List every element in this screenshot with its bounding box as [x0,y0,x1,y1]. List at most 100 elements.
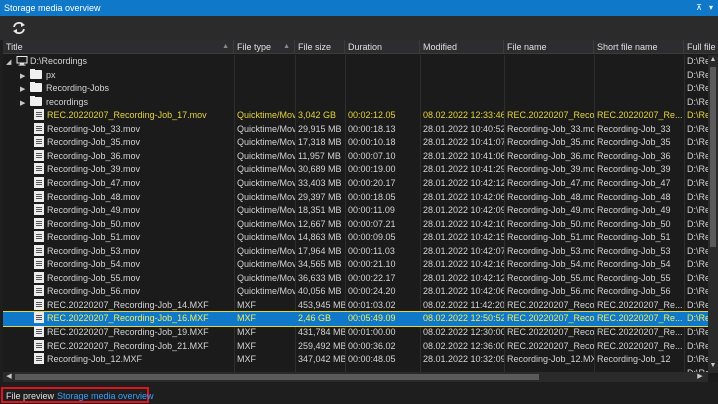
file-icon [34,258,44,270]
modified-cell: 28.01.2022 10:41:06 [423,150,504,161]
table-row-selected[interactable]: REC.20220207_Recording-Job_16.MXF MXF 2,46… [3,311,708,327]
modified-cell: 08.02.2022 12:30:00 [423,327,504,337]
short-file-name-cell: REC.20220207_Re... [597,110,683,121]
file-type-cell: MXF [237,327,256,337]
title-cell: REC.20220207_Recording-Job_19.MXF [3,326,234,340]
table-row[interactable]: REC.20220207_Recording-Job_19.MXF MXF 431,… [3,326,708,340]
file-title: REC.20220207_Recording-Job_17.mov [47,110,207,121]
table-row[interactable]: REC.20220207_Recording-Job_21.MXF MXF 259,… [3,339,708,354]
full-path-cell: D:\Re [687,218,708,229]
file-name-cell: Recording-Job_33.mov [507,123,594,134]
column-header-duration[interactable]: Duration [345,40,420,54]
grid-body: ◢ D:\Recordings D:\Re ▶ px D:\Re ▶ Recordin… [3,55,708,373]
full-path-cell: D:\Re [687,69,708,80]
scroll-left-icon[interactable]: ◀ [4,372,14,380]
file-name-cell: Recording-Job_53.mov [507,245,594,256]
file-icon [34,326,44,337]
file-type-cell: Quicktime/Mov [237,245,295,256]
scroll-down-icon[interactable]: ▼ [708,362,718,369]
tree-row-folder[interactable]: ▶ px D:\Re [3,68,708,83]
window-menu-chevron-icon[interactable]: ▾ [706,2,716,13]
scroll-right-icon[interactable]: ▶ [695,372,705,380]
file-size-cell: 12,667 MB [298,218,342,229]
pin-icon[interactable]: ⊼ [694,2,704,13]
short-file-name-cell: REC.20220207_Re... [597,327,683,337]
short-file-name-cell: Recording-Job_56 [597,286,671,297]
full-path-cell: D:\Re [687,232,708,243]
table-row[interactable]: Recording-Job_51.mov Quicktime/Mov 14,863 … [3,231,708,245]
table-row[interactable]: Recording-Job_12.MXF MXF 347,042 MB 00:00:4… [3,353,708,367]
table-row[interactable]: Recording-Job_56.mov Quicktime/Mov 40,056 … [3,285,708,299]
horizontal-scrollbar[interactable]: ◀ ▶ [3,372,708,382]
column-header-file-type[interactable]: File type ▲ [234,40,295,54]
file-name-cell: Recording-Job_55.mov [507,272,594,283]
title-cell: Recording-Job_48.mov [3,190,234,205]
file-size-cell: 33,403 MB [298,177,342,188]
duration-cell: 00:00:22.17 [348,272,396,283]
file-size-cell: 14,863 MB [298,232,342,243]
table-row[interactable]: Recording-Job_47.mov Quicktime/Mov 33,403 … [3,176,708,191]
file-type-cell: Quicktime/Mov [237,286,295,297]
expand-icon[interactable]: ▶ [20,83,30,96]
column-header-short-file-name[interactable]: Short file name [594,40,684,54]
expand-icon[interactable]: ▶ [20,97,30,110]
file-icon [34,190,44,202]
tree-label: px [46,69,56,80]
short-file-name-cell: Recording-Job_35 [597,137,671,148]
tab-file-preview[interactable]: File preview [6,391,54,401]
file-type-cell: Quicktime/Mov [237,177,295,188]
short-file-name-cell: Recording-Job_48 [597,191,671,202]
file-title: Recording-Job_36.mov [47,150,141,161]
file-type-cell: Quicktime/Mov [237,205,295,216]
table-row[interactable]: Recording-Job_35.mov Quicktime/Mov 17,318 … [3,136,708,150]
expand-icon[interactable]: ▶ [20,70,30,83]
full-path-cell: D:\Re [687,205,708,216]
table-row[interactable]: Recording-Job_55.mov Quicktime/Mov 36,633 … [3,271,708,286]
table-row[interactable]: Recording-Job_33.mov Quicktime/Mov 29,915 … [3,122,708,137]
table-row[interactable]: Recording-Job_53.mov Quicktime/Mov 17,964 … [3,244,708,259]
table-row[interactable]: Recording-Job_54.mov Quicktime/Mov 34,565 … [3,258,708,272]
title-cell: Recording-Job_49.mov [3,204,234,218]
refresh-icon[interactable] [10,19,28,37]
short-file-name-cell: REC.20220207_Re... [597,340,683,351]
table-row[interactable]: Recording-Job_49.mov Quicktime/Mov 18,351 … [3,204,708,218]
file-icon [34,149,44,161]
column-header-full-file-path[interactable]: Full file p [684,40,718,54]
column-header-file-name[interactable]: File name [504,40,594,54]
file-name-cell: Recording-Job_12.MXF [507,354,594,365]
file-title: Recording-Job_39.mov [47,164,141,175]
table-row[interactable]: Recording-Job_48.mov Quicktime/Mov 29,397 … [3,190,708,205]
tree-row-folder[interactable]: ▶ Recording-Jobs D:\Re [3,82,708,96]
file-title: Recording-Job_55.mov [47,272,141,283]
table-row[interactable]: Recording-Job_36.mov Quicktime/Mov 11,957 … [3,149,708,164]
file-size-cell: 17,318 MB [298,137,342,148]
vertical-scrollbar[interactable]: ▲ ▼ [708,55,718,373]
column-header-file-size[interactable]: File size [295,40,345,54]
file-size-cell: 18,351 MB [298,205,342,216]
title-cell: REC.20220207_Recording-Job_14.MXF [3,298,234,313]
title-cell: REC.20220207_Recording-Job_17.mov [3,109,234,123]
grid-header: Title ▲ File type ▲ File size Duration M… [3,40,718,54]
tab-storage-media-overview[interactable]: Storage media overview [57,391,154,401]
column-header-title[interactable]: Title ▲ [3,40,234,54]
scroll-up-icon[interactable]: ▲ [708,56,718,63]
collapse-icon[interactable]: ◢ [6,56,16,69]
duration-cell: 00:00:11.03 [348,245,395,256]
tree-row-root[interactable]: ◢ D:\Recordings D:\Re [3,55,708,69]
short-file-name-cell: Recording-Job_51 [597,232,671,243]
vertical-scroll-thumb[interactable] [710,67,716,247]
table-row[interactable]: Recording-Job_39.mov Quicktime/Mov 30,689 … [3,163,708,177]
file-type-cell: Quicktime/Mov [237,137,295,148]
column-header-modified[interactable]: Modified [420,40,504,54]
full-path-cell: D:\Re [687,164,708,175]
horizontal-scroll-thumb[interactable] [15,374,539,380]
short-file-name-cell: REC.20220207_Re... [597,313,683,324]
table-row[interactable]: REC.20220207_Recording-Job_14.MXF MXF 453,… [3,298,708,313]
modified-cell: 28.01.2022 10:41:07 [423,137,504,148]
table-row[interactable]: Recording-Job_50.mov Quicktime/Mov 12,667 … [3,217,708,232]
table-row[interactable]: REC.20220207_Recording-Job_17.mov Quickti… [3,109,708,123]
tree-row-folder[interactable]: ▶ recordings D:\Re [3,95,708,110]
modified-cell: 28.01.2022 10:32:09 [423,354,504,365]
modified-cell: 28.01.2022 10:42:12 [423,177,504,188]
file-size-cell: 30,689 MB [298,164,342,175]
